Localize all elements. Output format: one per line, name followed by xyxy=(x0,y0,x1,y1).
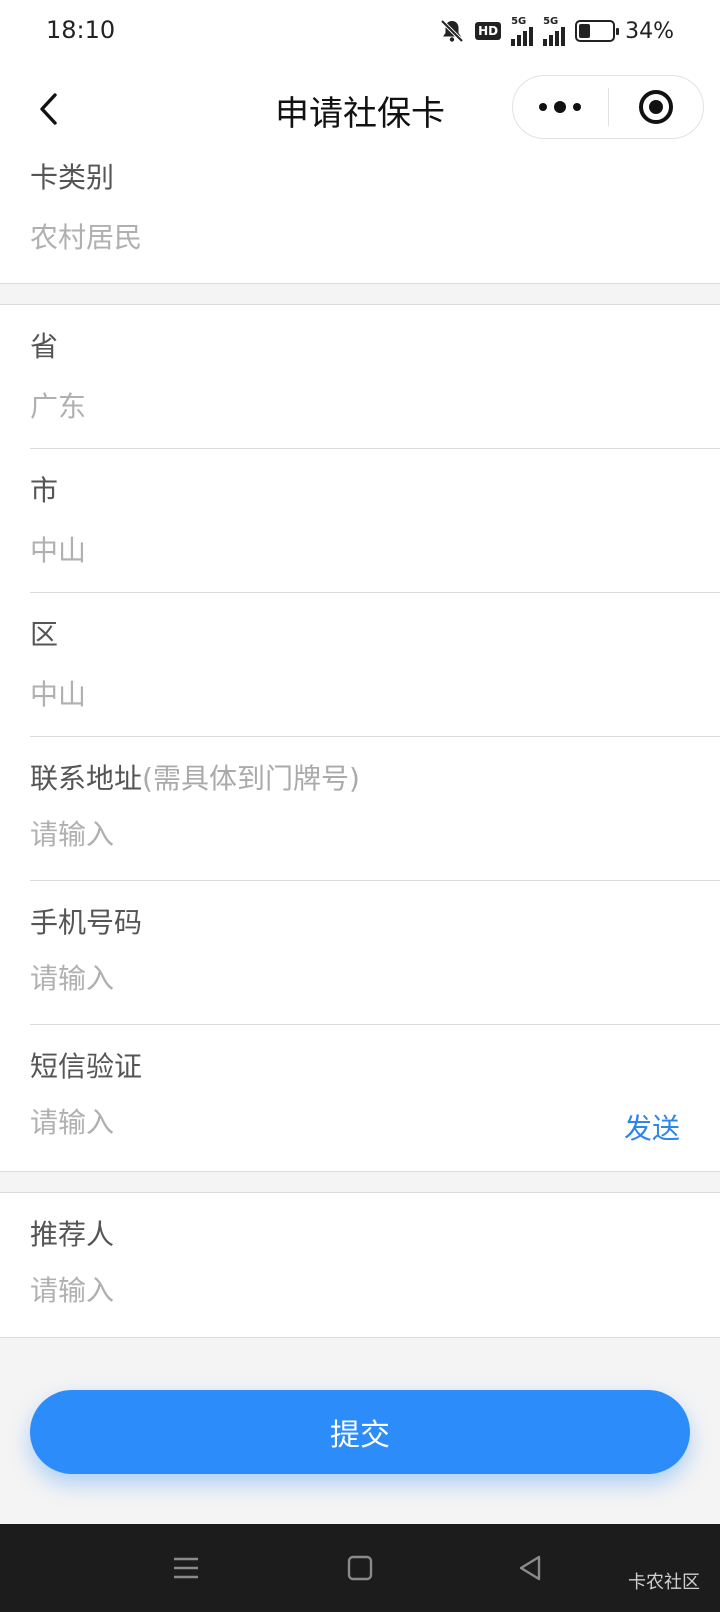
battery-percent: 34% xyxy=(625,18,674,44)
signal2-label: 5G xyxy=(543,15,559,27)
card-type-value: 农村居民 xyxy=(30,221,143,254)
watermark: 卡农社区 xyxy=(628,1572,700,1593)
phone-input[interactable] xyxy=(30,953,570,1003)
city-field[interactable]: 市 中山 xyxy=(30,449,720,593)
province-value: 广东 xyxy=(30,390,87,423)
province-label: 省 xyxy=(30,330,59,363)
province-field[interactable]: 省 广东 xyxy=(30,305,720,449)
address-label: 联系地址 xyxy=(30,762,143,795)
page: 18:10 HD 5G 5G 34% 申请社保卡 卡类别 农村居民 省 广东 市… xyxy=(0,0,720,1612)
more-dots-icon xyxy=(539,101,582,113)
back-triangle-icon xyxy=(519,1555,541,1581)
status-time: 18:10 xyxy=(46,16,116,44)
phone-label: 手机号码 xyxy=(30,906,143,939)
signal1-label: 5G xyxy=(511,15,527,27)
target-icon xyxy=(638,90,673,124)
signal-5g-icon: 5G xyxy=(511,15,534,46)
referrer-section: 推荐人 xyxy=(0,1192,720,1338)
city-value: 中山 xyxy=(30,534,87,567)
district-value: 中山 xyxy=(30,678,87,711)
district-field[interactable]: 区 中山 xyxy=(30,593,720,737)
address-hint: (需具体到门牌号) xyxy=(142,762,360,795)
send-code-button[interactable]: 发送 xyxy=(624,1107,680,1147)
card-type-field[interactable]: 卡类别 农村居民 xyxy=(30,152,720,284)
hd-label: HD xyxy=(475,22,502,40)
sms-field: 短信验证 发送 xyxy=(30,1025,720,1171)
home-button[interactable] xyxy=(338,1546,382,1590)
menu-icon xyxy=(174,1557,198,1579)
status-bar: 18:10 HD 5G 5G 34% xyxy=(0,0,720,66)
battery-icon xyxy=(575,20,620,42)
home-square-icon xyxy=(347,1555,373,1581)
card-type-label: 卡类别 xyxy=(30,161,115,194)
sms-label: 短信验证 xyxy=(30,1050,143,1083)
battery-fill xyxy=(579,24,590,38)
more-button[interactable] xyxy=(513,76,608,138)
hd-icon: HD xyxy=(475,18,502,44)
referrer-field: 推荐人 xyxy=(30,1193,720,1337)
mini-program-capsule xyxy=(512,75,704,139)
signal-5g-icon-2: 5G xyxy=(543,15,566,46)
system-nav-bar: 卡农社区 xyxy=(0,1524,720,1612)
address-input[interactable] xyxy=(30,809,570,859)
nav-bar: 申请社保卡 xyxy=(0,66,720,152)
status-icons: HD 5G 5G 34% xyxy=(439,16,674,46)
submit-button[interactable]: 提交 xyxy=(30,1390,690,1474)
district-label: 区 xyxy=(30,618,59,651)
referrer-label: 推荐人 xyxy=(30,1218,115,1251)
menu-button[interactable] xyxy=(164,1546,208,1590)
phone-field: 手机号码 xyxy=(30,881,720,1025)
city-label: 市 xyxy=(30,474,59,507)
address-field: 联系地址(需具体到门牌号) xyxy=(30,737,720,881)
info-section: 省 广东 市 中山 区 中山 联系地址(需具体到门牌号) 手机号码 短信验证 发… xyxy=(0,304,720,1172)
referrer-input[interactable] xyxy=(30,1265,570,1315)
bell-off-icon xyxy=(439,18,465,44)
card-type-section: 卡类别 农村居民 xyxy=(0,152,720,284)
sms-code-input[interactable] xyxy=(30,1097,510,1147)
close-button[interactable] xyxy=(609,76,704,138)
address-label-row: 联系地址(需具体到门牌号) xyxy=(30,757,360,797)
back-nav-button[interactable] xyxy=(508,1546,552,1590)
